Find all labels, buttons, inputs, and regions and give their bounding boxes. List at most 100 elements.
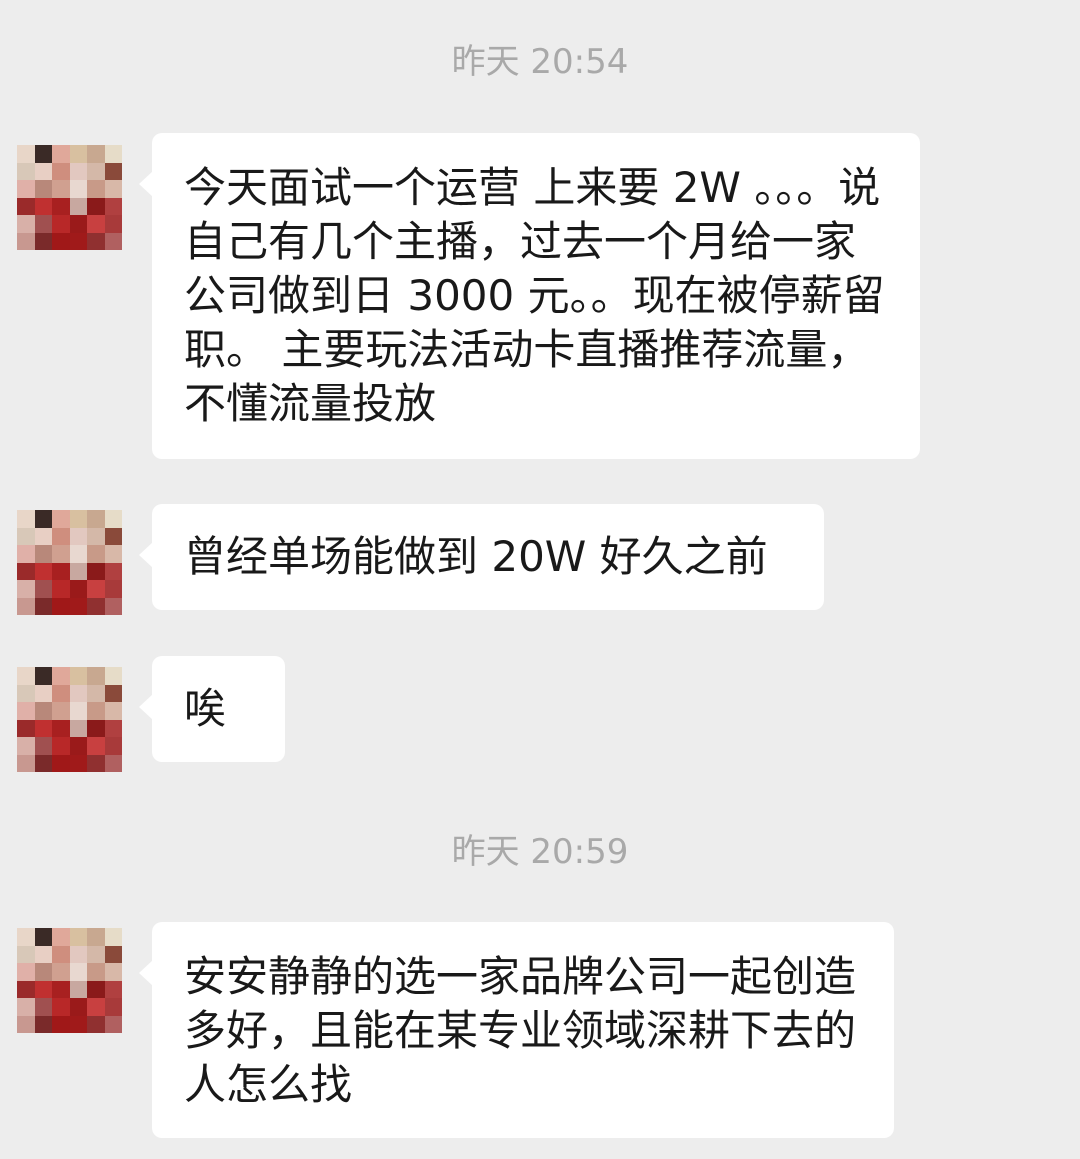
message-bubble[interactable]: 今天面试一个运营 上来要 2W 。。。说自己有几个主播，过去一个月给一家公司做到… bbox=[139, 133, 920, 459]
avatar-pixel bbox=[52, 667, 70, 685]
avatar-pixel bbox=[17, 510, 35, 528]
avatar-pixel bbox=[34, 754, 52, 772]
avatar-pixel bbox=[52, 545, 70, 563]
avatar-pixel bbox=[87, 562, 105, 580]
avatar-pixel bbox=[17, 963, 35, 981]
avatar-pixel bbox=[17, 945, 35, 963]
avatar-pixel bbox=[34, 197, 52, 215]
avatar-pixel bbox=[87, 1015, 105, 1033]
avatar-pixel bbox=[17, 232, 35, 250]
message-bubble[interactable]: 唉 bbox=[139, 656, 285, 762]
avatar-pixel bbox=[52, 684, 70, 702]
avatar-pixel bbox=[52, 754, 70, 772]
avatar-pixel bbox=[17, 197, 35, 215]
avatar-pixel bbox=[104, 580, 122, 598]
avatar-pixel bbox=[104, 684, 122, 702]
avatar-pixel bbox=[34, 215, 52, 233]
avatar-pixel bbox=[52, 1015, 70, 1033]
avatar-pixel bbox=[69, 545, 87, 563]
avatar-pixel bbox=[87, 232, 105, 250]
avatar-pixel bbox=[17, 684, 35, 702]
avatar-pixel bbox=[69, 180, 87, 198]
avatar-pixel bbox=[34, 562, 52, 580]
avatar-pixel bbox=[104, 180, 122, 198]
avatar-pixel bbox=[34, 737, 52, 755]
avatar-pixel bbox=[87, 928, 105, 946]
avatar[interactable] bbox=[17, 145, 122, 250]
avatar-pixel bbox=[104, 1015, 122, 1033]
avatar-pixel bbox=[69, 197, 87, 215]
avatar-pixel bbox=[87, 180, 105, 198]
avatar-pixel bbox=[34, 162, 52, 180]
avatar-pixel bbox=[34, 963, 52, 981]
avatar-pixel bbox=[87, 215, 105, 233]
avatar-pixel bbox=[69, 998, 87, 1016]
avatar-pixel bbox=[104, 215, 122, 233]
avatar-pixel bbox=[69, 980, 87, 998]
avatar-pixel bbox=[34, 580, 52, 598]
avatar-pixel bbox=[34, 527, 52, 545]
avatar-pixel bbox=[17, 545, 35, 563]
avatar-pixel bbox=[87, 980, 105, 998]
avatar[interactable] bbox=[17, 928, 122, 1033]
avatar-pixel bbox=[52, 963, 70, 981]
avatar-pixel bbox=[17, 580, 35, 598]
message-bubble[interactable]: 曾经单场能做到 20W 好久之前 bbox=[139, 504, 824, 610]
avatar-pixel bbox=[34, 945, 52, 963]
message-bubble[interactable]: 安安静静的选一家品牌公司一起创造多好，且能在某专业领域深耕下去的人怎么找 bbox=[139, 922, 894, 1138]
timestamp: 昨天 20:54 bbox=[451, 42, 629, 82]
avatar-pixel bbox=[17, 754, 35, 772]
avatar-pixel bbox=[87, 527, 105, 545]
avatar-pixel bbox=[87, 580, 105, 598]
avatar-pixel bbox=[69, 510, 87, 528]
avatar-pixel bbox=[17, 1015, 35, 1033]
avatar-pixel bbox=[52, 527, 70, 545]
avatar-pixel bbox=[17, 998, 35, 1016]
avatar-pixel bbox=[52, 928, 70, 946]
avatar-pixel bbox=[87, 737, 105, 755]
avatar-pixel bbox=[87, 702, 105, 720]
avatar-pixel bbox=[34, 180, 52, 198]
avatar-pixel bbox=[104, 963, 122, 981]
avatar-pixel bbox=[69, 945, 87, 963]
avatar-pixel bbox=[69, 597, 87, 615]
avatar[interactable] bbox=[17, 510, 122, 615]
avatar-pixel bbox=[52, 232, 70, 250]
avatar-pixel bbox=[69, 684, 87, 702]
avatar-pixel bbox=[17, 597, 35, 615]
avatar-pixel bbox=[104, 145, 122, 163]
avatar-pixel bbox=[34, 510, 52, 528]
avatar-pixel bbox=[87, 197, 105, 215]
message-text: 今天面试一个运营 上来要 2W 。。。说自己有几个主播，过去一个月给一家公司做到… bbox=[184, 163, 885, 428]
avatar-pixel bbox=[69, 719, 87, 737]
avatar-pixel bbox=[34, 928, 52, 946]
avatar-pixel bbox=[104, 510, 122, 528]
avatar-pixel bbox=[34, 597, 52, 615]
avatar-pixel bbox=[104, 232, 122, 250]
avatar-pixel bbox=[87, 667, 105, 685]
avatar-pixel bbox=[104, 998, 122, 1016]
avatar-pixel bbox=[104, 754, 122, 772]
avatar-pixel bbox=[17, 667, 35, 685]
avatar-pixel bbox=[17, 527, 35, 545]
avatar-pixel bbox=[17, 928, 35, 946]
avatar-pixel bbox=[52, 580, 70, 598]
avatar-pixel bbox=[87, 754, 105, 772]
avatar-pixel bbox=[17, 702, 35, 720]
avatar-pixel bbox=[87, 998, 105, 1016]
avatar-pixel bbox=[69, 527, 87, 545]
avatar-pixel bbox=[17, 180, 35, 198]
avatar[interactable] bbox=[17, 667, 122, 772]
avatar-pixel bbox=[52, 945, 70, 963]
avatar-pixel bbox=[34, 1015, 52, 1033]
timestamp: 昨天 20:59 bbox=[451, 832, 629, 872]
avatar-pixel bbox=[52, 215, 70, 233]
avatar-pixel bbox=[17, 737, 35, 755]
avatar-pixel bbox=[52, 998, 70, 1016]
avatar-pixel bbox=[34, 702, 52, 720]
avatar-pixel bbox=[87, 545, 105, 563]
avatar-pixel bbox=[104, 162, 122, 180]
avatar-pixel bbox=[69, 215, 87, 233]
avatar-pixel bbox=[34, 545, 52, 563]
avatar-pixel bbox=[17, 719, 35, 737]
